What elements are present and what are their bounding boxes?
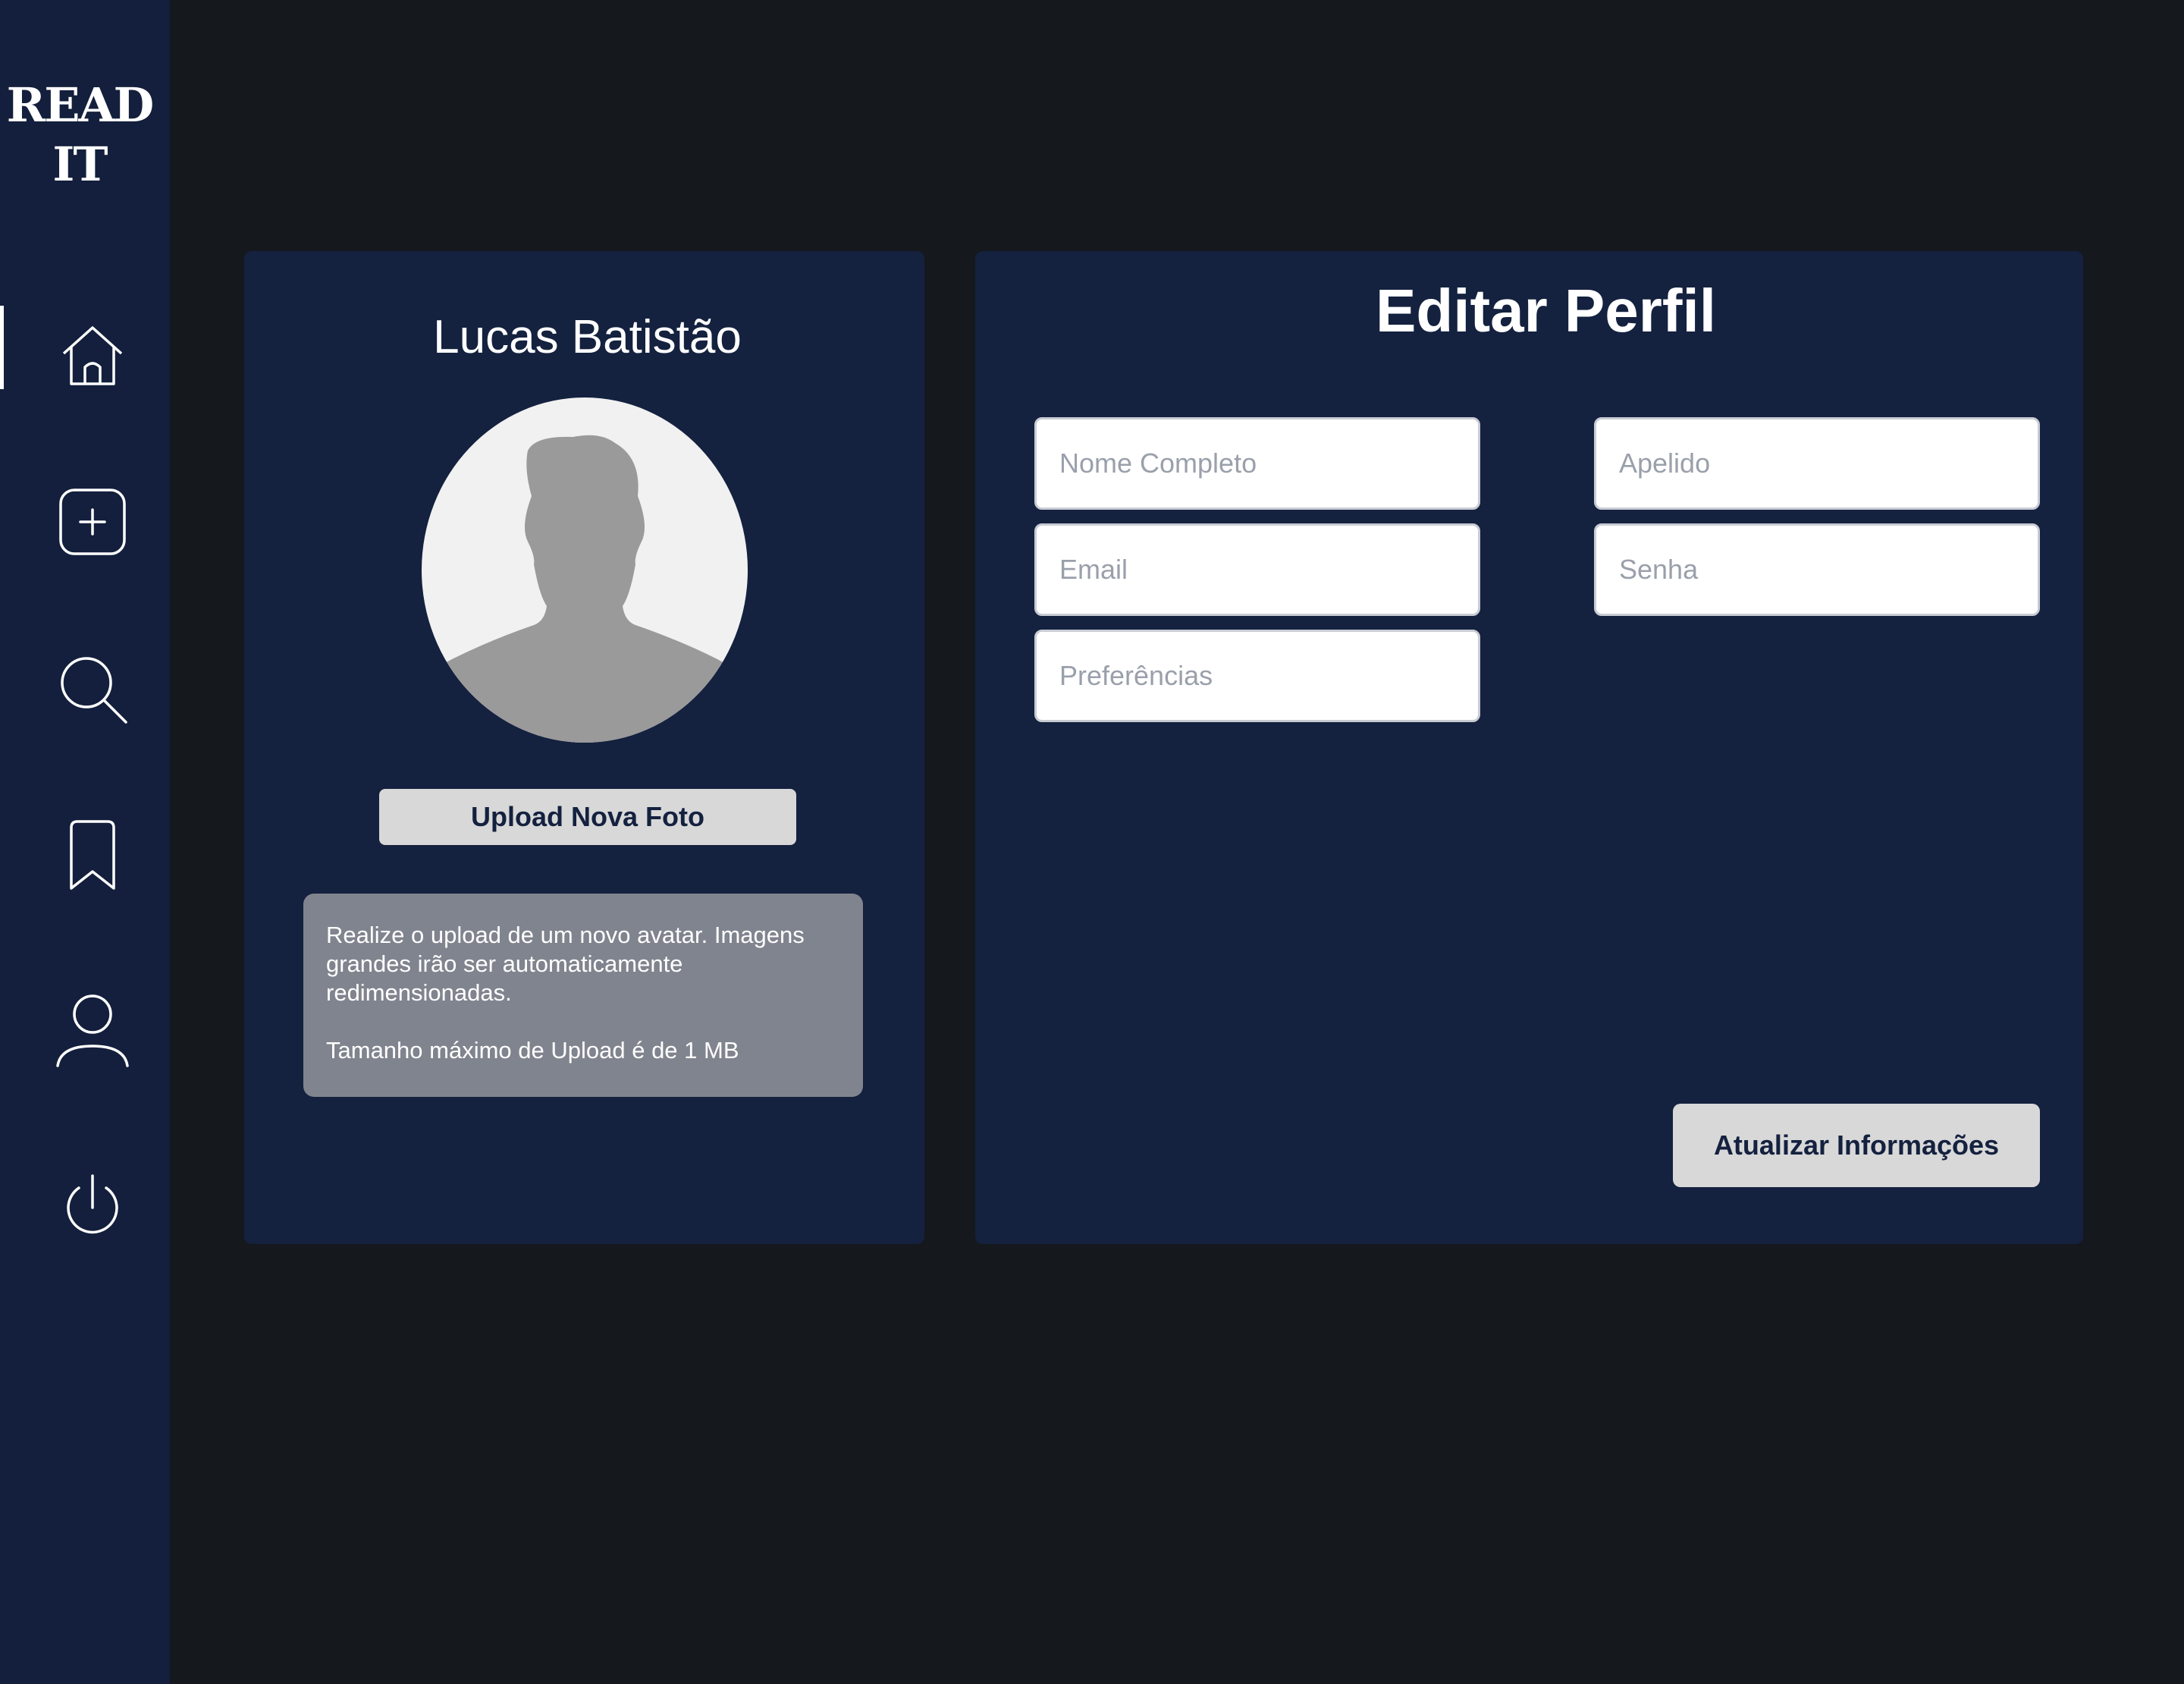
- password-input[interactable]: [1594, 523, 2040, 616]
- upload-size-limit-text: Tamanho máximo de Upload é de 1 MB: [326, 1037, 739, 1063]
- upload-info-box: Realize o upload de um novo avatar. Imag…: [303, 894, 863, 1097]
- power-icon: [67, 1174, 118, 1234]
- nav-logout[interactable]: [46, 1161, 140, 1255]
- home-icon: [62, 326, 123, 385]
- nav-home[interactable]: [46, 309, 140, 404]
- upload-info-text: Realize o upload de um novo avatar. Imag…: [326, 922, 805, 1006]
- avatar-silhouette-icon: [422, 435, 748, 743]
- sidebar: READ IT: [0, 0, 170, 1684]
- update-info-button[interactable]: Atualizar Informações: [1673, 1104, 2040, 1187]
- active-nav-indicator: [0, 306, 4, 389]
- add-icon: [59, 489, 126, 555]
- edit-profile-title: Editar Perfil: [1375, 277, 1717, 344]
- edit-profile-card: [975, 251, 2083, 1244]
- user-icon: [56, 994, 129, 1067]
- search-icon: [61, 657, 127, 724]
- logo: READ IT: [0, 76, 159, 194]
- preferences-input[interactable]: [1034, 630, 1480, 722]
- full-name-input[interactable]: [1034, 417, 1480, 510]
- avatar: [422, 397, 748, 743]
- bookmark-icon: [70, 820, 115, 890]
- nav-add[interactable]: [46, 475, 140, 569]
- nav-bookmarks[interactable]: [46, 808, 140, 902]
- logo-line-1: READ: [6, 77, 155, 133]
- logo-line-2: IT: [52, 137, 108, 192]
- nickname-input[interactable]: [1594, 417, 2040, 510]
- nav-profile[interactable]: [46, 984, 140, 1078]
- email-input[interactable]: [1034, 523, 1480, 616]
- user-name: Lucas Batistão: [433, 311, 742, 363]
- nav-search[interactable]: [46, 642, 140, 736]
- upload-photo-button[interactable]: Upload Nova Foto: [379, 789, 796, 845]
